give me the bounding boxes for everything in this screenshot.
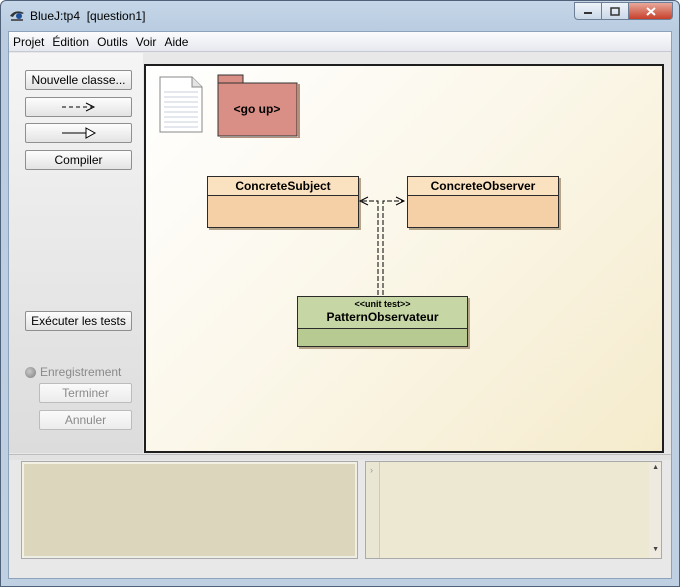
menu-edition[interactable]: Édition (48, 32, 93, 52)
code-pad-scrollbar[interactable]: ▲ ▼ (649, 462, 661, 558)
maximize-button[interactable] (601, 2, 628, 20)
recording-indicator: Enregistrement (25, 364, 121, 380)
recording-label: Enregistrement (40, 365, 122, 379)
inherits-arrow-button[interactable] (25, 123, 132, 143)
end-button[interactable]: Terminer (39, 383, 132, 403)
panel-splitter[interactable] (9, 454, 671, 460)
client-area: Projet Édition Outils Voir Aide Nouvelle… (8, 31, 672, 579)
dependency-to-subject (358, 196, 379, 295)
cancel-button[interactable]: Annuler (39, 410, 132, 430)
menu-outils[interactable]: Outils (93, 32, 132, 52)
menu-bar: Projet Édition Outils Voir Aide (9, 32, 671, 52)
new-class-button[interactable]: Nouvelle classe... (25, 70, 132, 90)
compile-button[interactable]: Compiler (25, 150, 132, 170)
bluej-window: BlueJ:tp4 [question1] Projet Édition Out… (0, 0, 680, 587)
prompt-icon: › (370, 465, 373, 475)
menu-voir[interactable]: Voir (132, 32, 161, 52)
close-icon (645, 6, 656, 16)
minimize-icon (584, 12, 592, 14)
menu-aide[interactable]: Aide (160, 32, 192, 52)
class-diagram-canvas[interactable]: <go up> ConcreteSubject ConcreteObserver… (144, 64, 664, 453)
dashed-arrow-icon (62, 102, 96, 112)
close-button[interactable] (628, 2, 673, 20)
record-icon (25, 366, 36, 378)
code-pad-gutter (366, 462, 380, 558)
object-bench[interactable] (21, 461, 358, 559)
dependency-to-observer (382, 196, 406, 295)
window-controls (574, 2, 673, 20)
run-tests-button[interactable]: Exécuter les tests (25, 311, 132, 331)
inheritance-arrow-icon (62, 127, 97, 139)
minimize-button[interactable] (574, 2, 601, 20)
code-pad[interactable]: › ▲ ▼ (365, 461, 662, 559)
bluej-icon (10, 11, 24, 21)
tool-panel: Nouvelle classe... Compiler Exécuter les… (9, 53, 143, 473)
scroll-up-icon[interactable]: ▲ (652, 464, 659, 471)
uses-arrow-button[interactable] (25, 97, 132, 117)
window-title: BlueJ:tp4 [question1] (30, 9, 146, 23)
title-bar[interactable]: BlueJ:tp4 [question1] (1, 1, 679, 31)
dependency-arrows (358, 196, 406, 295)
maximize-icon (610, 6, 620, 16)
scroll-down-icon[interactable]: ▼ (652, 546, 659, 553)
menu-projet[interactable]: Projet (9, 32, 48, 52)
